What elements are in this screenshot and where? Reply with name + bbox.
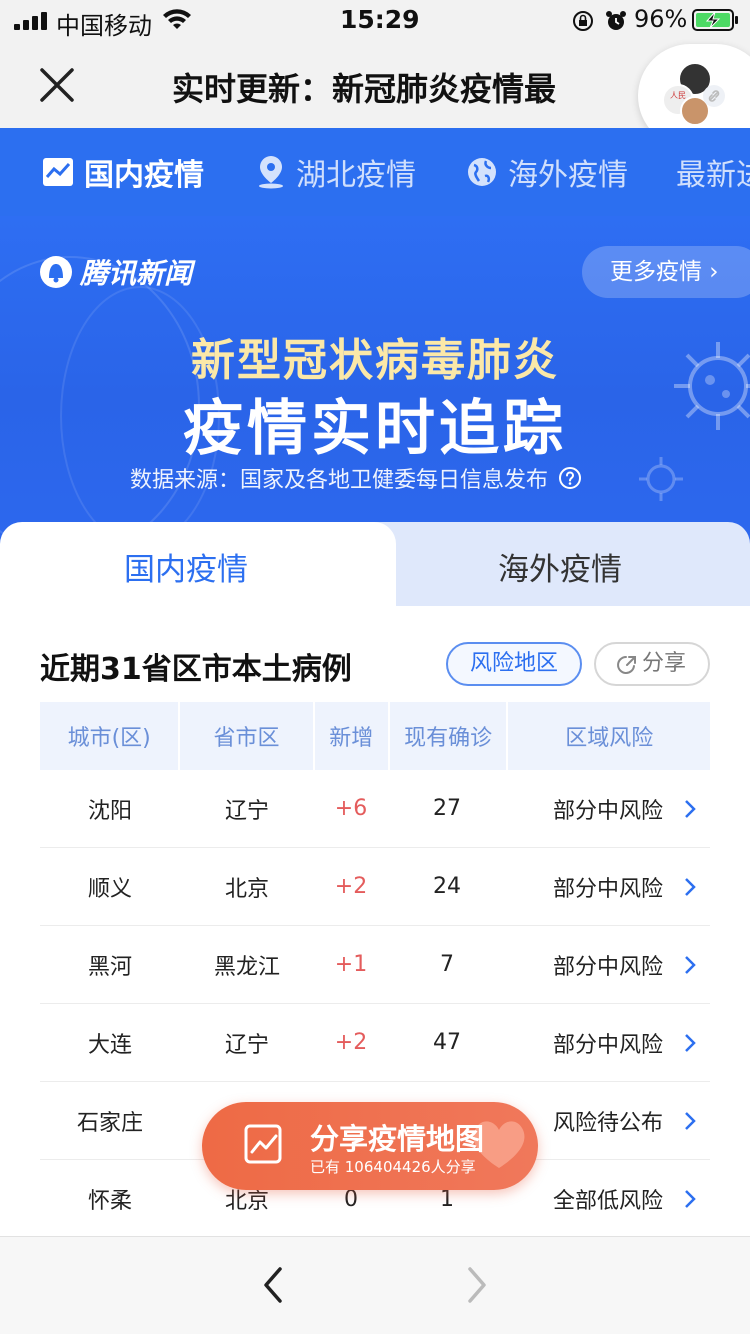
cell-confirmed: 1	[440, 1186, 454, 1212]
cell-city: 顺义	[87, 876, 132, 902]
header-risk: 区域风险	[508, 702, 710, 770]
cell-province: 辽宁	[224, 1032, 269, 1058]
close-icon[interactable]	[36, 64, 78, 106]
table-header: 城市(区) 省市区 新增 现有确诊 区域风险	[40, 702, 710, 770]
cell-city: 大连	[87, 1032, 132, 1058]
chevron-right-icon	[685, 955, 696, 974]
chevron-right-icon	[685, 1190, 696, 1208]
cell-province: 辽宁	[224, 798, 269, 824]
cell-confirmed: 27	[433, 796, 461, 821]
banner: 腾讯新闻 更多疫情 › 新型冠状病毒肺炎 疫情实时追踪 数据来源：国家及各地卫健…	[0, 216, 750, 546]
tab-label: 海外疫情	[508, 158, 628, 193]
cell-city: 沈阳	[87, 798, 132, 824]
tab-label: 国内疫情	[84, 158, 204, 193]
forward-arrow-icon[interactable]	[462, 1265, 492, 1305]
cell-new: +2	[334, 1030, 368, 1055]
globe-icon	[468, 158, 496, 186]
header-confirmed: 现有确诊	[389, 702, 507, 770]
tab-label: 最新进	[676, 158, 750, 193]
risk-label: 部分中风险	[552, 876, 663, 902]
cell-city: 怀柔	[87, 1189, 132, 1214]
location-pin-icon	[259, 156, 283, 189]
tab-overseas[interactable]: 海外疫情	[466, 128, 628, 216]
risk-label: 全部低风险	[552, 1189, 663, 1214]
data-source: 数据来源：国家及各地卫健委每日信息发布	[130, 462, 582, 494]
cell-confirmed: 7	[440, 952, 454, 977]
tab-latest[interactable]: 最新进	[676, 128, 750, 216]
table-row[interactable]: 顺义 北京 +2 24 部分中风险	[40, 848, 710, 926]
share-count: 已有 106404426人分享	[310, 1158, 476, 1176]
cell-confirmed: 47	[433, 1030, 461, 1055]
cell-city: 黑河	[87, 954, 132, 980]
brand-logo: 腾讯新闻	[38, 252, 192, 292]
share-chart-icon	[244, 1124, 282, 1164]
cell-risk[interactable]: 部分中风险	[506, 871, 710, 903]
header-new: 新增	[314, 702, 388, 770]
tab-hubei[interactable]: 湖北疫情	[256, 128, 416, 216]
carrier-name: 中国移动	[56, 12, 152, 40]
chevron-right-icon	[685, 799, 696, 818]
cell-risk[interactable]: 部分中风险	[506, 949, 710, 981]
header-province: 省市区	[180, 702, 313, 770]
cell-new: +2	[334, 874, 368, 899]
alarm-icon	[606, 11, 626, 30]
region-tabs: 国内疫情 海外疫情	[0, 522, 750, 606]
cell-confirmed: 24	[433, 874, 461, 899]
back-arrow-icon[interactable]	[258, 1265, 288, 1305]
cell-province: 黑龙江	[213, 954, 280, 980]
table-row[interactable]: 沈阳 辽宁 +6 27 部分中风险	[40, 770, 710, 848]
table-row[interactable]: 大连 辽宁 +2 47 部分中风险	[40, 1004, 710, 1082]
section-title: 近期31省区市本土病例	[40, 652, 352, 687]
risk-label: 部分中风险	[552, 1032, 663, 1058]
status-bar: 中国移动 15:29 96%	[0, 0, 750, 42]
share-map-button[interactable]: 分享疫情地图 已有 106404426人分享	[202, 1102, 538, 1190]
rotation-lock-icon	[573, 11, 593, 31]
share-icon	[617, 656, 636, 674]
risk-label: 部分中风险	[552, 954, 663, 980]
nav-tabs: 国内疫情 湖北疫情 海外疫情 最新进	[0, 128, 750, 216]
risk-label: 部分中风险	[552, 798, 663, 824]
bottom-nav-bar	[0, 1236, 750, 1334]
chevron-right-icon	[685, 1033, 696, 1052]
risk-areas-button[interactable]: 风险地区	[446, 642, 582, 686]
tab-domestic[interactable]: 国内疫情	[42, 128, 204, 216]
tab-domestic-label[interactable]: 国内疫情	[124, 544, 248, 589]
cell-new: 0	[344, 1186, 358, 1212]
cell-new: +1	[334, 952, 368, 977]
banner-subtitle: 疫情实时追踪	[183, 394, 567, 464]
cell-risk[interactable]: 全部低风险	[506, 1183, 710, 1215]
risk-label: 风险待公布	[552, 1110, 663, 1136]
share-button[interactable]: 分享	[594, 642, 710, 686]
avatar-text: 人民	[670, 91, 686, 100]
cell-new: +6	[334, 796, 368, 821]
battery-percent: 96%	[634, 5, 688, 33]
cell-province: 北京	[224, 876, 269, 902]
cell-risk[interactable]: 部分中风险	[506, 793, 710, 825]
chart-icon	[43, 158, 73, 186]
link-icon[interactable]	[702, 84, 726, 108]
chevron-right-icon	[685, 1111, 696, 1130]
share-map-title: 分享疫情地图	[310, 1122, 485, 1156]
tab-overseas-label[interactable]: 海外疫情	[498, 544, 622, 589]
tab-label: 湖北疫情	[296, 158, 416, 193]
share-label: 分享	[642, 651, 687, 676]
battery-charging-icon	[692, 9, 738, 31]
banner-title: 新型冠状病毒肺炎	[191, 335, 559, 386]
status-time: 15:29	[340, 5, 420, 34]
tencent-news-logo-icon	[40, 256, 72, 288]
wifi-icon	[163, 9, 191, 29]
cell-risk[interactable]: 风险待公布	[506, 1105, 710, 1137]
chevron-right-icon	[685, 877, 696, 896]
header-city: 城市(区)	[40, 702, 179, 770]
cell-city: 石家庄	[76, 1110, 143, 1136]
title-bar: 实时更新：新冠肺炎疫情最 人民	[0, 42, 750, 148]
help-icon[interactable]	[558, 466, 582, 490]
table-row[interactable]: 黑河 黑龙江 +1 7 部分中风险	[40, 926, 710, 1004]
cell-risk[interactable]: 部分中风险	[506, 1027, 710, 1059]
data-source-text: 数据来源：国家及各地卫健委每日信息发布	[130, 468, 549, 493]
signal-icon	[14, 12, 47, 30]
more-epidemic-button[interactable]: 更多疫情 ›	[582, 246, 750, 298]
brand-name: 腾讯新闻	[80, 257, 193, 290]
page-title: 实时更新：新冠肺炎疫情最	[172, 70, 557, 108]
